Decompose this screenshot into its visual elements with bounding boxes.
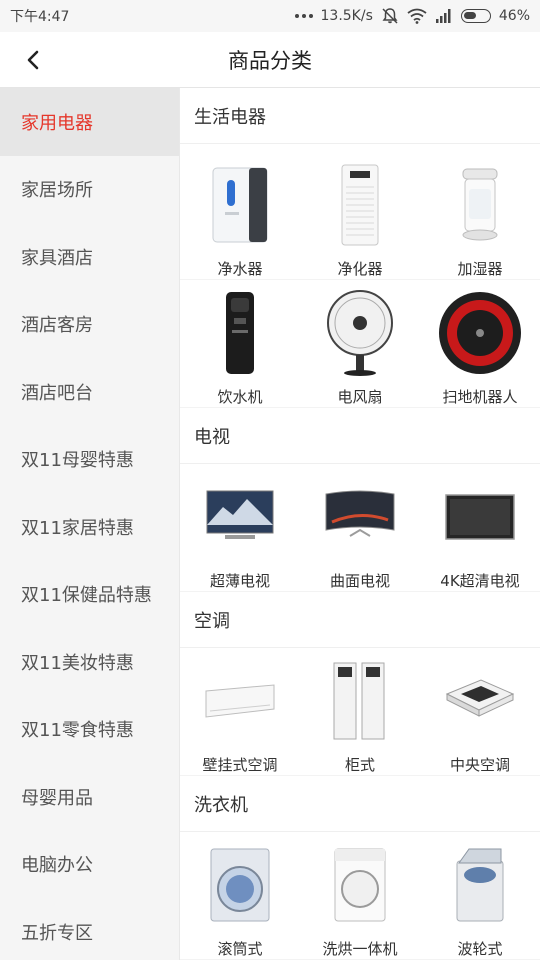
fan-icon — [315, 288, 405, 378]
sidebar-item-furniture-hotel[interactable]: 家具酒店 — [0, 223, 179, 291]
sidebar-item-label: 双11零食特惠 — [21, 720, 134, 742]
product-label: 超薄电视 — [209, 572, 270, 590]
curved-tv-icon — [315, 472, 405, 562]
sidebar-item-label: 母婴用品 — [21, 787, 93, 809]
sidebar-item-label: 双11母婴特惠 — [21, 450, 134, 472]
section-title: 电视 — [180, 408, 540, 464]
product-wall-ac[interactable]: 壁挂式空调 — [180, 648, 300, 776]
product-label: 扫地机器人 — [442, 388, 518, 406]
product-label: 洗烘一体机 — [322, 940, 398, 958]
status-indicators: 13.5K/s 46% — [294, 7, 530, 25]
sidebar-item-label: 家具酒店 — [21, 247, 93, 269]
humidifier-icon — [435, 160, 525, 250]
product-label: 柜式 — [344, 756, 375, 774]
washer-dryer-icon — [315, 840, 405, 930]
product-slim-tv[interactable]: 超薄电视 — [180, 464, 300, 592]
cabinet-ac-icon — [315, 656, 405, 746]
battery-percent: 46% — [498, 8, 530, 24]
sidebar-item-label: 五折专区 — [21, 922, 93, 944]
sidebar-item-double11-home[interactable]: 双11家居特惠 — [0, 493, 179, 561]
wall-ac-icon — [195, 656, 285, 746]
product-label: 净化器 — [337, 260, 383, 278]
product-water-purifier[interactable]: 净水器 — [180, 144, 300, 280]
product-humidifier[interactable]: 加湿器 — [420, 144, 540, 280]
sidebar-item-label: 酒店客房 — [21, 315, 93, 337]
product-grid: 超薄电视 曲面电视 4K超清电视 — [180, 464, 540, 592]
more-dots-icon — [294, 14, 313, 18]
central-ac-icon — [435, 656, 525, 746]
product-label: 波轮式 — [457, 940, 503, 958]
product-central-ac[interactable]: 中央空调 — [420, 648, 540, 776]
product-air-purifier[interactable]: 净化器 — [300, 144, 420, 280]
product-top-load-washer[interactable]: 波轮式 — [420, 832, 540, 960]
status-time: 下午4:47 — [10, 9, 70, 25]
wifi-icon — [407, 8, 427, 24]
product-washer-dryer[interactable]: 洗烘一体机 — [300, 832, 420, 960]
product-label: 曲面电视 — [329, 572, 390, 590]
chevron-left-icon — [27, 50, 39, 70]
product-front-load-washer[interactable]: 滚筒式 — [180, 832, 300, 960]
section-title: 空调 — [180, 592, 540, 648]
section-tv: 电视 超薄电视 曲面电视 4K超清电视 — [180, 408, 540, 592]
sidebar-item-hotel-rooms[interactable]: 酒店客房 — [0, 291, 179, 359]
sidebar-item-label: 家用电器 — [21, 112, 93, 134]
product-grid: 滚筒式 洗烘一体机 波轮式 — [180, 832, 540, 960]
product-label: 壁挂式空调 — [202, 756, 278, 774]
section-title: 生活电器 — [180, 88, 540, 144]
sidebar-item-label: 双11保健品特惠 — [21, 585, 152, 607]
sidebar-item-label: 双11家居特惠 — [21, 517, 134, 539]
product-label: 饮水机 — [217, 388, 263, 406]
sidebar-item-double11-beauty[interactable]: 双11美妆特惠 — [0, 628, 179, 696]
front-load-washer-icon — [195, 840, 285, 930]
section-air-conditioner: 空调 壁挂式空调 柜式 中央空调 — [180, 592, 540, 776]
product-4k-tv[interactable]: 4K超清电视 — [420, 464, 540, 592]
water-purifier-icon — [195, 160, 285, 250]
app-header: 商品分类 — [0, 32, 540, 88]
sidebar-item-computer-office[interactable]: 电脑办公 — [0, 831, 179, 899]
sidebar-item-home-places[interactable]: 家居场所 — [0, 156, 179, 224]
product-robot-vacuum[interactable]: 扫地机器人 — [420, 280, 540, 408]
mute-bell-icon — [382, 8, 398, 24]
battery-icon — [460, 9, 491, 23]
product-label: 加湿器 — [457, 260, 503, 278]
robot-vacuum-icon — [435, 288, 525, 378]
section-washing-machine: 洗衣机 滚筒式 洗烘一体机 波轮式 — [180, 776, 540, 960]
section-living-appliances: 生活电器 净水器 净化器 加湿器 饮水机 电风扇 扫地机器人 — [180, 88, 540, 408]
signal-icon — [435, 9, 451, 23]
product-cabinet-ac[interactable]: 柜式 — [300, 648, 420, 776]
sidebar-item-home-appliances[interactable]: 家用电器 — [0, 88, 179, 156]
product-curved-tv[interactable]: 曲面电视 — [300, 464, 420, 592]
sidebar-item-double11-baby[interactable]: 双11母婴特惠 — [0, 426, 179, 494]
sidebar-item-label: 双11美妆特惠 — [21, 652, 134, 674]
sidebar-item-label: 酒店吧台 — [21, 382, 93, 404]
product-electric-fan[interactable]: 电风扇 — [300, 280, 420, 408]
sidebar-item-double11-snacks[interactable]: 双11零食特惠 — [0, 696, 179, 764]
network-speed: 13.5K/s — [320, 8, 373, 24]
product-label: 4K超清电视 — [440, 572, 520, 590]
product-panel: 生活电器 净水器 净化器 加湿器 饮水机 电风扇 扫地机器人 电视 超薄电视 曲… — [180, 88, 540, 960]
product-water-dispenser[interactable]: 饮水机 — [180, 280, 300, 408]
category-sidebar: 家用电器 家居场所 家具酒店 酒店客房 酒店吧台 双11母婴特惠 双11家居特惠… — [0, 88, 180, 960]
back-button[interactable] — [18, 42, 48, 78]
top-load-washer-icon — [435, 840, 525, 930]
product-grid: 净水器 净化器 加湿器 饮水机 电风扇 扫地机器人 — [180, 144, 540, 408]
product-label: 滚筒式 — [217, 940, 263, 958]
sidebar-item-label: 电脑办公 — [21, 855, 93, 877]
product-label: 中央空调 — [449, 756, 510, 774]
section-title: 洗衣机 — [180, 776, 540, 832]
air-purifier-icon — [315, 160, 405, 250]
sidebar-item-baby-products[interactable]: 母婴用品 — [0, 763, 179, 831]
4k-tv-icon — [435, 472, 525, 562]
product-label: 电风扇 — [337, 388, 383, 406]
sidebar-item-hotel-bar[interactable]: 酒店吧台 — [0, 358, 179, 426]
sidebar-item-double11-health[interactable]: 双11保健品特惠 — [0, 561, 179, 629]
slim-tv-icon — [195, 472, 285, 562]
page-title: 商品分类 — [228, 48, 312, 73]
water-dispenser-icon — [195, 288, 285, 378]
sidebar-item-half-price[interactable]: 五折专区 — [0, 898, 179, 960]
status-bar: 下午4:47 13.5K/s 46% — [0, 0, 540, 32]
sidebar-item-label: 家居场所 — [21, 180, 93, 202]
product-grid: 壁挂式空调 柜式 中央空调 — [180, 648, 540, 776]
product-label: 净水器 — [217, 260, 263, 278]
